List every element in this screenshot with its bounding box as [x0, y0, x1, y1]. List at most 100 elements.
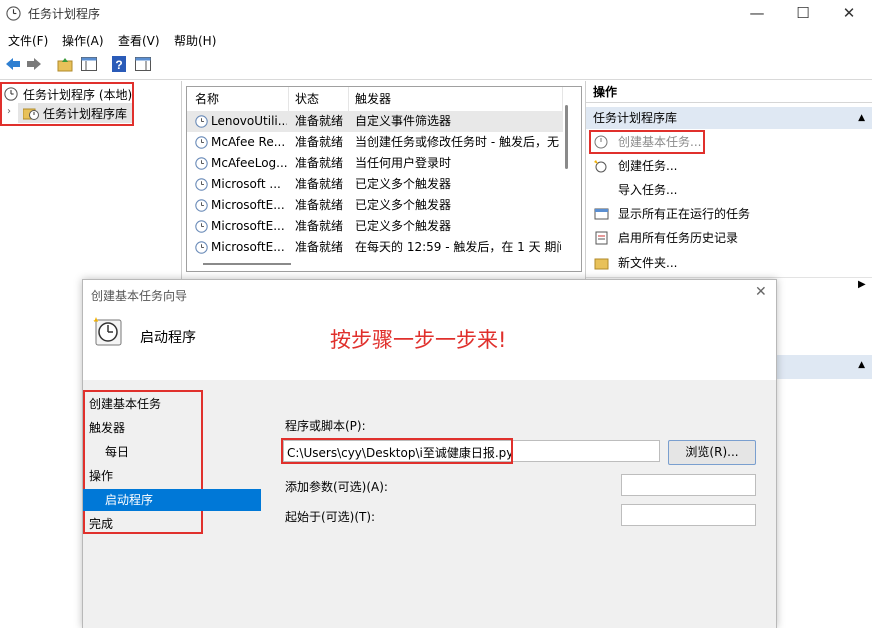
task-clock-icon — [195, 199, 208, 212]
actions-section-header[interactable]: 任务计划程序库 ▲ — [586, 107, 872, 129]
up-folder-icon[interactable] — [56, 55, 74, 73]
task-trigger: 当任何用户登录时 — [355, 156, 452, 170]
column-header-status[interactable]: 状态 — [289, 87, 349, 111]
tree-library-label: 任务计划程序库 — [43, 107, 128, 121]
task-trigger: 自定义事件筛选器 — [355, 114, 452, 128]
action-item-label: 启用所有任务历史记录 — [618, 231, 739, 245]
expand-right-icon[interactable]: ▶ — [858, 279, 866, 290]
action-item[interactable]: 新文件夹... — [586, 251, 872, 275]
show-hide-console-icon[interactable] — [80, 55, 98, 73]
task-name: Microsoft ... — [211, 177, 281, 191]
program-highlight — [281, 438, 513, 464]
title-bar: 任务计划程序 — ☐ ✕ — [0, 0, 872, 28]
back-arrow-icon[interactable] — [4, 55, 22, 73]
clock-icon — [6, 6, 21, 21]
table-row[interactable]: MicrosoftE... 准备就绪 已定义多个触发器 — [187, 195, 563, 216]
task-status: 准备就绪 — [295, 156, 344, 170]
create-basic-task-highlight — [589, 130, 705, 154]
browse-button[interactable]: 浏览(R)... — [668, 440, 756, 465]
wizard-step: 每日 — [105, 445, 130, 459]
task-trigger: 已定义多个触发器 — [355, 198, 452, 212]
menu-view[interactable]: 查看(V) — [118, 32, 160, 49]
create-task-icon — [594, 160, 607, 173]
task-name: MicrosoftE... — [211, 198, 285, 212]
history-icon — [595, 231, 608, 245]
column-header-trigger[interactable]: 触发器 — [349, 87, 563, 111]
tree-root[interactable]: 任务计划程序 (本地) — [23, 86, 132, 103]
task-name: MicrosoftE... — [211, 240, 285, 254]
wizard-step: 创建基本任务 — [89, 397, 162, 411]
task-status: 准备就绪 — [295, 198, 344, 212]
wizard-clock-icon — [93, 317, 122, 346]
folder-clock-icon — [23, 108, 39, 120]
wizard-step: 操作 — [89, 469, 114, 483]
action-separator — [586, 277, 872, 278]
task-status: 准备就绪 — [295, 219, 344, 233]
minimize-button[interactable]: — — [734, 0, 780, 28]
task-clock-icon — [195, 220, 208, 233]
horizontal-scrollbar[interactable] — [203, 263, 291, 265]
menu-bar: 文件(F) 操作(A) 查看(V) 帮助(H) — [0, 28, 872, 50]
task-name: McAfeeLog... — [211, 156, 287, 170]
table-row[interactable]: MicrosoftE... 准备就绪 在每天的 12:59 - 触发后，在 1 天 … — [187, 237, 563, 258]
task-clock-icon — [195, 241, 208, 254]
task-clock-icon — [195, 136, 208, 149]
wizard-step: 完成 — [89, 517, 114, 531]
task-trigger: 已定义多个触发器 — [355, 219, 452, 233]
dialog-title: 创建基本任务向导 — [91, 289, 188, 303]
dialog-close-button[interactable]: ✕ — [755, 284, 767, 300]
action-item[interactable]: 启用所有任务历史记录 — [586, 226, 872, 250]
wizard-step: 启动程序 — [105, 493, 154, 507]
action-item-label: 新文件夹... — [618, 256, 678, 270]
startin-label: 起始于(可选)(T): — [285, 510, 376, 524]
task-name: MicrosoftE... — [211, 219, 285, 233]
menu-help[interactable]: 帮助(H) — [174, 32, 216, 49]
show-action-pane-icon[interactable] — [134, 55, 152, 73]
close-button[interactable]: ✕ — [826, 0, 872, 28]
action-item[interactable]: 显示所有正在运行的任务 — [586, 202, 872, 226]
table-row[interactable]: MicrosoftE... 准备就绪 已定义多个触发器 — [187, 216, 563, 237]
column-header-name[interactable]: 名称 — [187, 87, 289, 111]
task-trigger: 当创建任务或修改任务时 - 触发后，无 — [355, 135, 559, 149]
wizard-step: 触发器 — [89, 421, 126, 435]
task-trigger: 已定义多个触发器 — [355, 177, 452, 191]
action-item-label: 导入任务... — [618, 183, 678, 197]
import-icon — [594, 183, 609, 197]
args-label: 添加参数(可选)(A): — [285, 480, 388, 494]
create-basic-task-wizard: 创建基本任务向导 ✕ 启动程序 按步骤一步一步来! 创建基本任务 触发器 每日 操作启… — [82, 279, 777, 628]
action-item[interactable]: 导入任务... — [586, 178, 872, 202]
help-icon[interactable]: ? — [110, 55, 128, 73]
action-item-label: 显示所有正在运行的任务 — [618, 207, 751, 221]
task-status: 准备就绪 — [295, 240, 344, 254]
collapse-up-icon[interactable]: ▲ — [858, 107, 865, 129]
task-status: 准备就绪 — [295, 114, 344, 128]
action-item[interactable]: 创建任务... — [586, 154, 872, 178]
task-list: 名称 状态 触发器 LenovoUtili... 准备就绪 自定义事件筛选器 McAf… — [186, 86, 582, 272]
menu-file[interactable]: 文件(F) — [8, 32, 48, 49]
table-row[interactable]: McAfee Re... 准备就绪 当创建任务或修改任务时 - 触发后，无 — [187, 132, 563, 153]
task-clock-icon — [195, 178, 208, 191]
task-status: 准备就绪 — [295, 135, 344, 149]
window-title: 任务计划程序 — [28, 7, 101, 21]
table-row[interactable]: McAfeeLog... 准备就绪 当任何用户登录时 — [187, 153, 563, 174]
maximize-button[interactable]: ☐ — [780, 0, 826, 28]
actions-section-label: 任务计划程序库 — [593, 111, 678, 125]
clock-icon — [4, 87, 18, 101]
menu-action[interactable]: 操作(A) — [62, 32, 104, 49]
folder-icon — [594, 258, 609, 270]
startin-input[interactable] — [621, 504, 756, 526]
table-row[interactable]: Microsoft ... 准备就绪 已定义多个触发器 — [187, 174, 563, 195]
task-name: LenovoUtili... — [211, 114, 287, 128]
vertical-scrollbar[interactable] — [565, 105, 568, 169]
table-row[interactable]: LenovoUtili... 准备就绪 自定义事件筛选器 — [187, 111, 563, 132]
collapse-up-icon[interactable]: ▲ — [858, 360, 865, 370]
running-tasks-icon — [594, 208, 609, 220]
task-name: McAfee Re... — [211, 135, 286, 149]
action-item-label: 创建任务... — [618, 159, 678, 173]
forward-arrow-icon[interactable] — [25, 55, 43, 73]
actions-header: 操作 — [586, 81, 872, 103]
dialog-heading: 启动程序 — [140, 330, 196, 346]
args-input[interactable] — [621, 474, 756, 496]
task-status: 准备就绪 — [295, 177, 344, 191]
chevron-right-icon[interactable]: › — [7, 106, 11, 117]
